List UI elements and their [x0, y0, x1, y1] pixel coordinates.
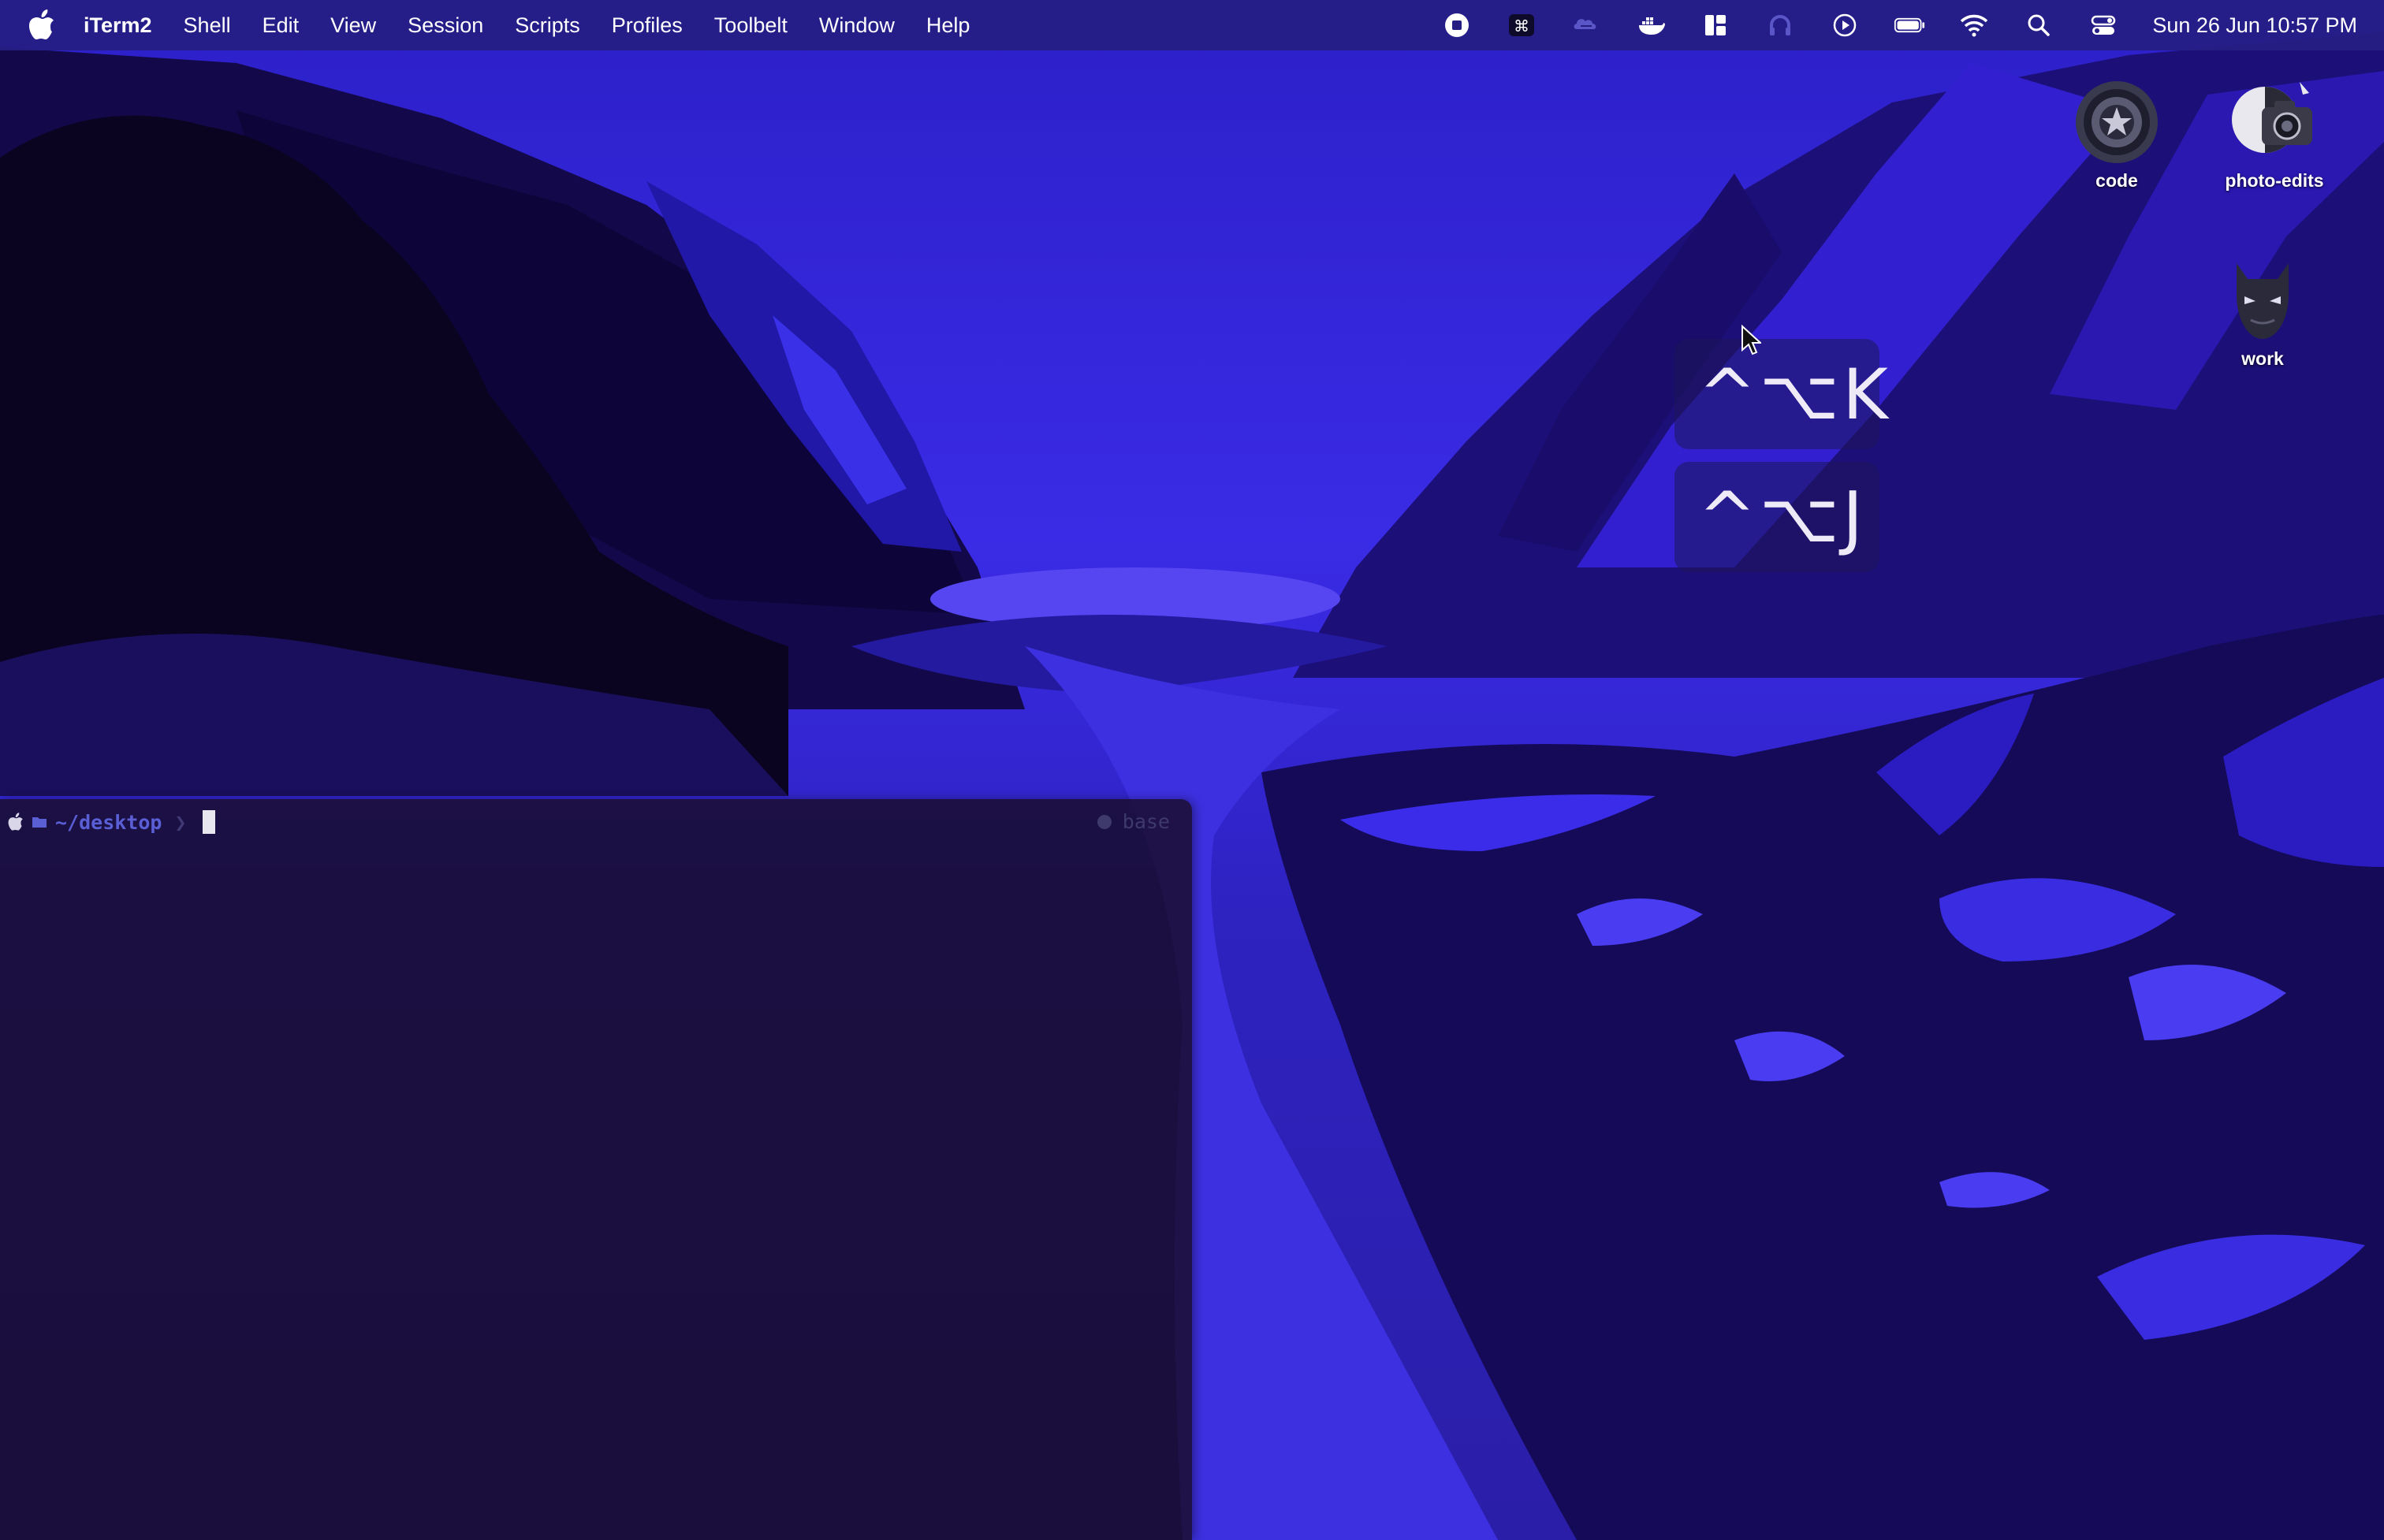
menu-toolbelt[interactable]: Toolbelt — [714, 13, 788, 38]
command-key-icon[interactable]: ⌘ — [1506, 11, 1537, 39]
mouse-pointer-icon — [1741, 325, 1761, 355]
terminal-window[interactable]: ~/desktop ❯ base — [0, 799, 1192, 1540]
batman-icon — [2237, 263, 2289, 339]
camera-icon — [2232, 82, 2312, 153]
folder-icon — [32, 817, 47, 828]
captain-shield-icon — [2076, 81, 2158, 163]
conda-env-indicator: base — [1097, 810, 1170, 833]
spotlight-search-icon[interactable] — [2023, 11, 2054, 39]
app-menu-iterm2[interactable]: iTerm2 — [84, 13, 152, 38]
menu-view[interactable]: View — [330, 13, 376, 38]
wifi-icon[interactable] — [1958, 11, 1990, 39]
shell-prompt: ~/desktop ❯ — [8, 810, 215, 834]
menu-scripts[interactable]: Scripts — [515, 13, 580, 38]
desktop-folder-code[interactable]: code — [2066, 79, 2168, 192]
menu-bar: iTerm2 Shell Edit View Session Scripts P… — [0, 0, 2384, 50]
menu-help[interactable]: Help — [926, 13, 970, 38]
screen-record-icon[interactable] — [1441, 11, 1473, 39]
conda-env-label: base — [1122, 810, 1170, 833]
control-center-icon[interactable] — [2088, 11, 2119, 39]
desktop-folder-photo-edits[interactable]: photo-edits — [2215, 79, 2334, 192]
desktop-folder-label: code — [2095, 170, 2138, 191]
desktop-folder-label: photo-edits — [2225, 170, 2324, 191]
battery-icon — [1894, 11, 1925, 39]
window-layout-icon[interactable] — [1700, 11, 1731, 39]
menu-edit[interactable]: Edit — [263, 13, 300, 38]
apple-logo-icon[interactable] — [28, 9, 55, 41]
desktop-folder-label: work — [2241, 348, 2284, 369]
menu-profiles[interactable]: Profiles — [612, 13, 683, 38]
menu-window[interactable]: Window — [819, 13, 895, 38]
text-cursor[interactable] — [202, 810, 215, 834]
env-dot-icon — [1097, 814, 1112, 829]
prompt-chevron: ❯ — [174, 810, 187, 834]
hotkey-hint-ctrl-opt-k: ^⌥K — [1674, 339, 1888, 449]
hotkey-hint-text: ^⌥K — [1698, 353, 1891, 435]
play-icon[interactable] — [1829, 11, 1861, 39]
desktop-folder-work[interactable]: work — [2215, 257, 2310, 370]
svg-text:⌘: ⌘ — [1514, 17, 1529, 35]
headphones-icon[interactable] — [1764, 11, 1796, 39]
docker-icon[interactable] — [1635, 11, 1667, 39]
menu-shell[interactable]: Shell — [184, 13, 231, 38]
hotkey-hint-ctrl-opt-j: ^⌥J — [1674, 462, 1879, 572]
apple-logo-icon — [8, 813, 23, 831]
cloud-sync-icon[interactable] — [1570, 11, 1602, 39]
menubar-clock[interactable]: Sun 26 Jun 10:57 PM — [2152, 13, 2357, 38]
hotkey-hint-text: ^⌥J — [1698, 476, 1867, 558]
prompt-path: ~/desktop — [55, 810, 162, 834]
menu-session[interactable]: Session — [408, 13, 483, 38]
